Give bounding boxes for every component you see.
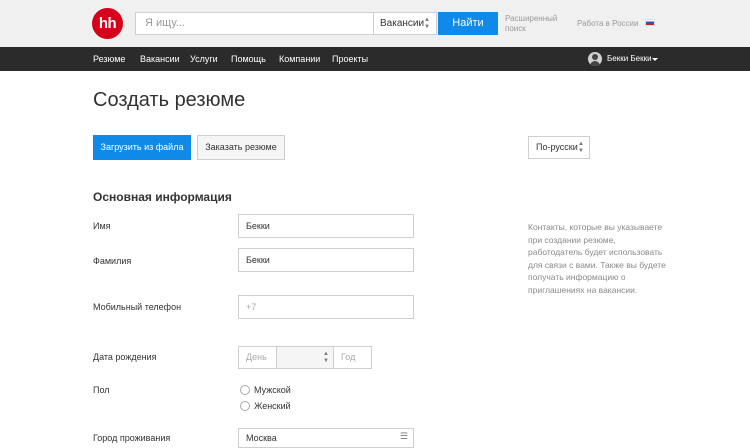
top-header: hh Я ищу... Вакансии ▲ ▼ Найти Расширенны… (0, 0, 750, 47)
city-label: Город проживания (93, 433, 171, 443)
russia-flag-icon[interactable] (645, 19, 655, 26)
page-title: Создать резюме (93, 89, 246, 111)
language-select-label: По-русски (536, 142, 578, 152)
last-name-label: Фамилия (93, 256, 132, 266)
first-name-label: Имя (93, 221, 111, 231)
select-arrows-icon: ▲ ▼ (578, 141, 584, 154)
birth-day-field[interactable]: День (238, 346, 276, 369)
language-select[interactable]: По-русски ▲ ▼ (528, 136, 590, 159)
gender-option-label: Женский (254, 401, 291, 411)
birth-date-label: Дата рождения (93, 352, 157, 362)
advanced-search-link[interactable]: Расширенный поиск (505, 14, 565, 34)
radio-button[interactable] (240, 385, 250, 395)
radio-button[interactable] (240, 401, 250, 411)
nav-item-resume[interactable]: Резюме (93, 47, 125, 71)
phone-field[interactable]: +7 (238, 295, 414, 319)
first-name-field[interactable]: Бекки (238, 214, 414, 238)
nav-item-projects[interactable]: Проекты (332, 47, 368, 71)
search-category-label: Вакансии (380, 18, 425, 29)
nav-item-vacancies[interactable]: Вакансии (140, 47, 180, 71)
birth-year-field[interactable]: Год (334, 346, 372, 369)
user-avatar-icon[interactable] (588, 52, 602, 66)
select-arrows-icon: ▲ ▼ (323, 351, 329, 364)
section-title: Основная информация (93, 190, 232, 204)
nav-item-companies[interactable]: Компании (279, 47, 320, 71)
nav-item-help[interactable]: Помощь (231, 47, 266, 71)
gender-label: Пол (93, 385, 110, 395)
menu-icon: ☰ (399, 431, 408, 441)
chevron-down-icon[interactable] (652, 58, 658, 61)
birth-month-select[interactable]: ▲ ▼ (276, 346, 334, 369)
city-field[interactable]: Москва ☰ (238, 428, 414, 448)
hh-logo[interactable]: hh (92, 8, 123, 39)
select-arrows-icon: ▲ ▼ (424, 17, 430, 30)
contacts-hint: Контакты, которые вы указываете при созд… (528, 222, 666, 295)
main-nav: Резюме Вакансии Услуги Помощь Компании П… (0, 47, 750, 71)
find-button[interactable]: Найти (438, 12, 498, 35)
user-name[interactable]: Бекки Бекки (607, 47, 652, 71)
search-category-select[interactable]: Вакансии ▲ ▼ (373, 12, 437, 35)
city-value: Москва (246, 433, 277, 443)
phone-label: Мобильный телефон (93, 302, 182, 312)
search-input[interactable]: Я ищу... (135, 12, 373, 35)
work-in-russia-link[interactable]: Работа в России (577, 19, 638, 28)
upload-from-file-button[interactable]: Загрузить из файла (93, 135, 191, 160)
gender-option-label: Мужской (254, 385, 291, 395)
last-name-field[interactable]: Бекки (238, 248, 414, 272)
order-resume-button[interactable]: Заказать резюме (197, 135, 285, 160)
nav-item-services[interactable]: Услуги (190, 47, 218, 71)
